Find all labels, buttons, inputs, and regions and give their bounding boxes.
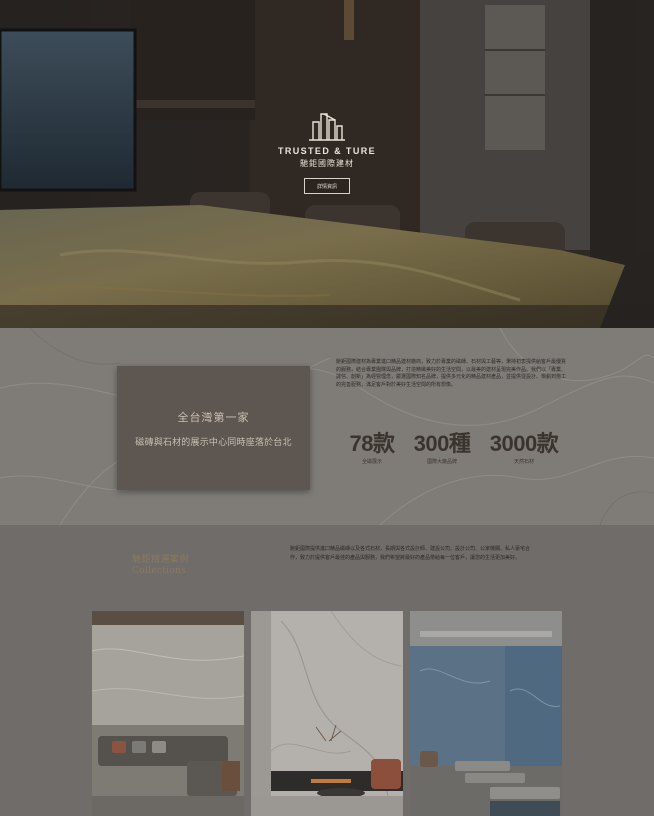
building-logo-icon	[309, 113, 345, 141]
collections-description: 馳鉅國際提供進口精品磁磚以及各式石材，長期與各式設計師、建設公司、設計公司、公家…	[290, 546, 531, 561]
collections-heading: 馳鉅精選案例	[132, 555, 190, 565]
intro-section	[0, 328, 654, 525]
intro-card: 全台灣第一家 磁磚與石材的展示中心同時座落於台北	[117, 366, 310, 490]
brand-name-chinese: 馳鉅國際建材	[300, 159, 354, 168]
page: TRUSTED & TURE 馳鉅國際建材 詳情資訊 全台灣第一家 磁磚與石材的…	[0, 0, 654, 816]
collection-photo-marble-wall[interactable]	[251, 611, 403, 816]
stat-item: 3000款 天然石材	[486, 431, 562, 466]
collection-photo-living-room[interactable]	[92, 611, 244, 816]
stat-item: 300種 國際大廠品牌	[410, 431, 474, 466]
stat-label: 全磁展示	[361, 459, 382, 465]
hero-section: TRUSTED & TURE 馳鉅國際建材 詳情資訊	[0, 0, 654, 328]
hero-brand-block: TRUSTED & TURE 馳鉅國際建材 詳情資訊	[0, 0, 654, 328]
stat-label: 國際大廠品牌	[426, 459, 457, 465]
stat-label: 天然石材	[513, 459, 534, 465]
stat-value: 3000款	[489, 431, 559, 456]
intro-card-subtitle: 磁磚與石材的展示中心同時座落於台北	[135, 437, 292, 448]
collections-heading-english: Collections	[132, 566, 187, 576]
intro-description: 馳鉅國際建材為專業進口精品建材廠商，致力於專業的磁磚、石材與工藝等，秉持初衷提供…	[336, 359, 567, 388]
stat-value: 78款	[349, 431, 395, 456]
collection-photo-spa-lounge[interactable]	[410, 611, 562, 816]
marble-background	[0, 328, 654, 525]
stat-item: 78款 全磁展示	[346, 431, 398, 466]
stat-value: 300種	[413, 431, 471, 456]
hero-details-button[interactable]: 詳情資訊	[304, 178, 350, 194]
brand-name-english: TRUSTED & TURE	[277, 146, 377, 156]
intro-card-title: 全台灣第一家	[177, 410, 250, 424]
